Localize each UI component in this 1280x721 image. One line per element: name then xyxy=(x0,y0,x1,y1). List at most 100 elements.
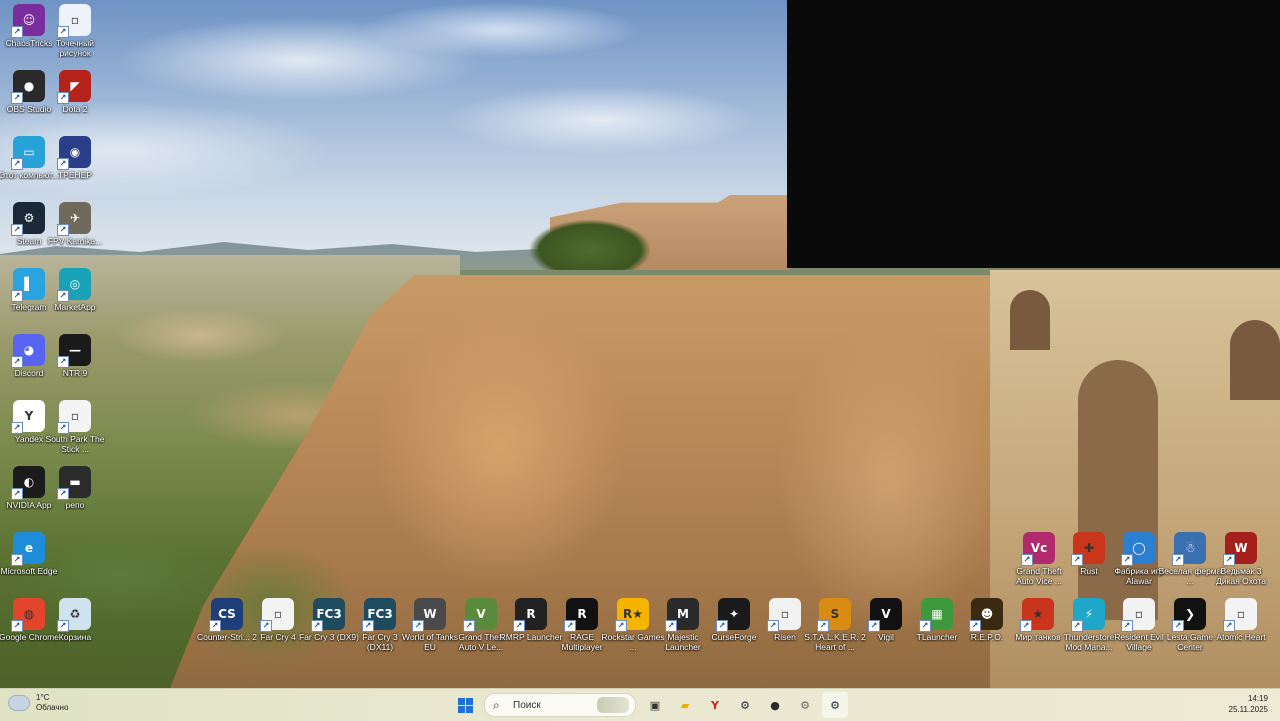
shortcut-arrow-icon: ↗ xyxy=(1223,620,1235,632)
app-icon: ◉ ↗ xyxy=(57,136,91,170)
shortcut-arrow-icon: ↗ xyxy=(716,620,728,632)
shortcut-arrow-icon: ↗ xyxy=(57,290,69,302)
app-icon: R★ ↗ xyxy=(615,598,649,632)
app-icon: ☻ ↗ xyxy=(969,598,1003,632)
app-icon: ◎ ↗ xyxy=(57,268,91,302)
desktop-icon[interactable]: ✈ ↗ FPV Kamika... xyxy=(48,202,102,264)
app-icon: ▫ ↗ xyxy=(57,4,91,38)
desktop-icon[interactable]: W ↗ Ведьмак 3 Дикая Охота xyxy=(1214,532,1268,594)
weather-condition: Облачно xyxy=(36,703,69,712)
app-icon: ◤ ↗ xyxy=(57,70,91,104)
desktop-icon[interactable]: ▫ ↗ Far Cry 4 xyxy=(251,598,305,660)
desktop-icon[interactable]: ▦ ↗ TLauncher xyxy=(910,598,964,660)
shortcut-arrow-icon: ↗ xyxy=(57,356,69,368)
app-icon: ▭ ↗ xyxy=(11,136,45,170)
desktop-icon[interactable]: ▫ ↗ South Park The Stick ... xyxy=(46,400,104,462)
desktop-icon-label: Корзина xyxy=(58,632,92,642)
app-icon: ◯ ↗ xyxy=(1121,532,1155,566)
system-clock[interactable]: 14:19 25.11.2025 xyxy=(1229,693,1268,715)
taskbar-search[interactable]: ⌕ Поиск xyxy=(484,693,636,717)
desktop-icon[interactable]: Vc ↗ Grand Theft Auto Vice ... xyxy=(1012,532,1066,594)
app-icon: ⚙ ↗ xyxy=(11,202,45,236)
desktop-icon[interactable]: ◎ ↗ MarketApp xyxy=(48,268,102,330)
taskbar-app-task-view[interactable]: ▣ xyxy=(642,692,668,718)
desktop-icon[interactable]: ▫ ↗ Точечный рисунок xyxy=(48,4,102,66)
app-icon: CS ↗ xyxy=(209,598,243,632)
shortcut-arrow-icon: ↗ xyxy=(1021,554,1033,566)
shortcut-arrow-icon: ↗ xyxy=(57,422,69,434)
desktop-icon[interactable]: V ↗ Grand Theft Auto V Le... xyxy=(454,598,508,660)
shortcut-arrow-icon: ↗ xyxy=(412,620,424,632)
app-icon: ✦ ↗ xyxy=(716,598,750,632)
app-icon: Vc ↗ xyxy=(1021,532,1055,566)
desktop-icon-label: South Park The Stick ... xyxy=(45,434,105,454)
desktop-icon[interactable]: V ↗ Vigil xyxy=(859,598,913,660)
shortcut-arrow-icon: ↗ xyxy=(11,224,23,236)
search-highlight-image xyxy=(597,697,629,713)
taskbar-app-settings[interactable]: ⚙ xyxy=(792,692,818,718)
app-icon: ▦ ↗ xyxy=(919,598,953,632)
shortcut-arrow-icon: ↗ xyxy=(11,620,23,632)
desktop-icon[interactable]: — ↗ NTR 9 xyxy=(48,334,102,396)
app-icon: V ↗ xyxy=(868,598,902,632)
app-icon: ▫ ↗ xyxy=(260,598,294,632)
taskbar-center: ⌕ Поиск ▣ ▰ Y ⚙ ● ⚙ ⚙ xyxy=(450,691,850,719)
app-icon: ❯ ↗ xyxy=(1172,598,1206,632)
app-icon: R ↗ xyxy=(564,598,598,632)
bridge-arch xyxy=(1010,290,1050,350)
shortcut-arrow-icon: ↗ xyxy=(817,620,829,632)
taskbar: 1°C Облачно ⌕ Поиск ▣ ▰ Y ⚙ ● ⚙ ⚙ 14:19 25.11.… xyxy=(0,688,1280,721)
app-icon: W ↗ xyxy=(1223,532,1257,566)
taskbar-app-yandex[interactable]: Y xyxy=(702,692,728,718)
app-icon: e ↗ xyxy=(11,532,45,566)
app-icon: ♻ ↗ xyxy=(57,598,91,632)
shortcut-arrow-icon: ↗ xyxy=(57,620,69,632)
app-icon: ✚ ↗ xyxy=(1071,532,1105,566)
shortcut-arrow-icon: ↗ xyxy=(11,422,23,434)
desktop-icon[interactable]: ◤ ↗ Dota 2 xyxy=(48,70,102,132)
app-icon: ✈ ↗ xyxy=(57,202,91,236)
desktop-icon[interactable]: S ↗ S.T.A.L.K.E.R. 2 Heart of ... xyxy=(804,598,866,660)
app-icon: R ↗ xyxy=(513,598,547,632)
desktop-icon[interactable]: ◉ ↗ ТРЕНЕР xyxy=(48,136,102,198)
taskbar-app-steam-active[interactable]: ⚙ xyxy=(822,692,848,718)
desktop-icon[interactable]: ▫ ↗ Atomic Heart xyxy=(1214,598,1268,660)
shortcut-arrow-icon: ↗ xyxy=(11,26,23,38)
shortcut-arrow-icon: ↗ xyxy=(1172,620,1184,632)
shortcut-arrow-icon: ↗ xyxy=(1020,620,1032,632)
shortcut-arrow-icon: ↗ xyxy=(1071,620,1083,632)
shortcut-arrow-icon: ↗ xyxy=(1223,554,1235,566)
app-icon: ▫ ↗ xyxy=(1121,598,1155,632)
desktop-icon[interactable]: ✦ ↗ CurseForge xyxy=(707,598,761,660)
app-icon: S ↗ xyxy=(817,598,851,632)
desktop-icon[interactable]: ▬ ↗ репо xyxy=(48,466,102,528)
app-icon: ☺ ↗ xyxy=(11,4,45,38)
shortcut-arrow-icon: ↗ xyxy=(11,290,23,302)
shortcut-arrow-icon: ↗ xyxy=(11,554,23,566)
taskbar-app-obs-studio[interactable]: ● xyxy=(762,692,788,718)
black-overlay-panel xyxy=(787,0,1280,268)
desktop-icon[interactable]: CS ↗ Counter-Stri... 2 xyxy=(197,598,257,660)
cloud-icon xyxy=(8,695,30,711)
weather-widget[interactable]: 1°C Облачно xyxy=(8,693,68,713)
shortcut-arrow-icon: ↗ xyxy=(209,620,221,632)
desktop-icon[interactable]: ☻ ↗ R.E.P.O. xyxy=(960,598,1014,660)
shortcut-arrow-icon: ↗ xyxy=(57,224,69,236)
desktop-icon[interactable]: e ↗ Microsoft Edge xyxy=(1,532,57,594)
taskbar-app-file-explorer[interactable]: ▰ xyxy=(672,692,698,718)
app-icon: — ↗ xyxy=(57,334,91,368)
shortcut-arrow-icon: ↗ xyxy=(311,620,323,632)
app-icon: ☃ ↗ xyxy=(1172,532,1206,566)
desktop-icon-label: Dota 2 xyxy=(62,104,88,114)
start-button[interactable] xyxy=(452,692,478,718)
desktop-icon[interactable]: ❯ ↗ Lesta Game Center xyxy=(1163,598,1217,660)
desktop-icon-label: FPV Kamika... xyxy=(47,236,103,246)
shortcut-arrow-icon: ↗ xyxy=(463,620,475,632)
shortcut-arrow-icon: ↗ xyxy=(919,620,931,632)
desktop-icon-label: Microsoft Edge xyxy=(0,566,58,576)
windows-logo-icon xyxy=(457,697,473,713)
desktop-icon[interactable]: M ↗ Majestic Launcher xyxy=(656,598,710,660)
desktop-icon[interactable]: ♻ ↗ Корзина xyxy=(48,598,102,660)
taskbar-app-steam[interactable]: ⚙ xyxy=(732,692,758,718)
shortcut-arrow-icon: ↗ xyxy=(1121,620,1133,632)
